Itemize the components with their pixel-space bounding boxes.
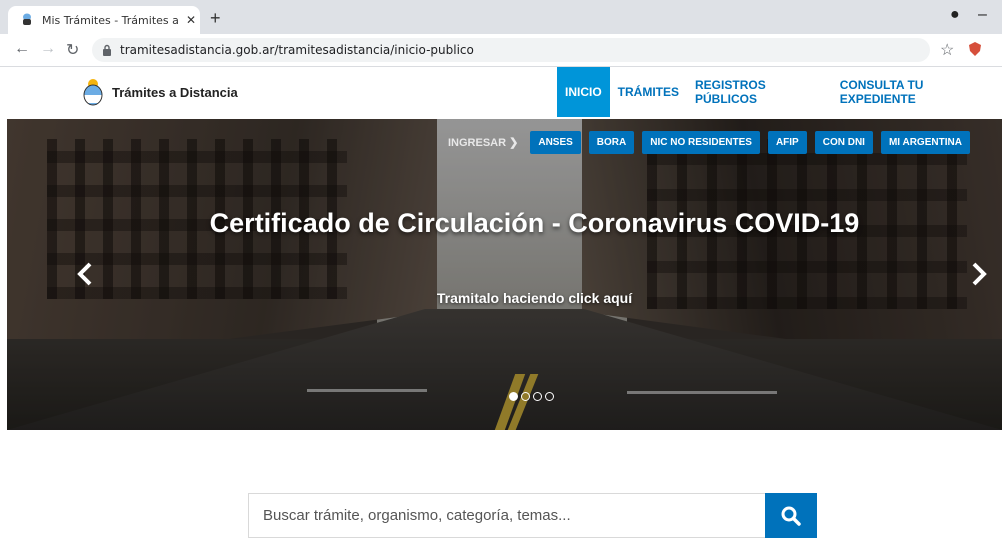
menu-icon[interactable]: ⋮	[996, 40, 1002, 57]
profile-icon[interactable]: ●	[950, 6, 960, 24]
url-text: tramitesadistancia.gob.ar/tramitesadista…	[120, 43, 474, 57]
search-button[interactable]	[765, 493, 817, 538]
hero-overlay	[7, 119, 1002, 430]
hero-title[interactable]: Certificado de Circulación - Coronavirus…	[7, 207, 1002, 239]
forward-icon[interactable]: →	[40, 40, 56, 58]
minimize-icon[interactable]: –	[978, 6, 987, 24]
browser-tab-bar: Mis Trámites - Trámites a Distanc ✕ + ● …	[0, 0, 1002, 34]
nav-inicio[interactable]: INICIO	[557, 67, 610, 117]
search-icon	[781, 506, 801, 526]
nav-consulta-expediente[interactable]: CONSULTA TU EXPEDIENTE	[832, 67, 1002, 117]
lock-icon	[103, 44, 111, 56]
close-tab-icon[interactable]: ✕	[186, 13, 196, 27]
chip-anses[interactable]: ANSES	[530, 131, 581, 154]
main-nav: INICIO TRÁMITES REGISTROS PÚBLICOS CONSU…	[557, 67, 1002, 117]
reload-icon[interactable]: ↻	[66, 40, 79, 60]
browser-tab[interactable]: Mis Trámites - Trámites a Distanc ✕	[8, 6, 200, 34]
carousel-dot[interactable]	[521, 392, 530, 401]
quick-access-bar: INGRESAR ❯ ANSES BORA NIC NO RESIDENTES …	[448, 131, 978, 154]
chip-con-dni[interactable]: CON DNI	[814, 131, 873, 154]
site-favicon-icon	[20, 13, 34, 27]
carousel-dot[interactable]	[509, 392, 518, 401]
nav-tramites[interactable]: TRÁMITES	[610, 67, 687, 117]
address-bar[interactable]: tramitesadistancia.gob.ar/tramitesadista…	[92, 38, 930, 62]
chip-mi-argentina[interactable]: MI ARGENTINA	[880, 131, 970, 154]
star-icon[interactable]: ☆	[940, 40, 954, 60]
nav-registros-publicos[interactable]: REGISTROS PÚBLICOS	[687, 67, 832, 117]
chip-afip[interactable]: AFIP	[767, 131, 807, 154]
ingresar-link[interactable]: INGRESAR ❯	[448, 136, 518, 149]
carousel-next-icon[interactable]	[971, 262, 987, 286]
search-input[interactable]	[248, 493, 765, 538]
tab-title: Mis Trámites - Trámites a Distanc	[42, 13, 182, 27]
back-icon[interactable]: ←	[14, 40, 30, 58]
extension-icon[interactable]	[969, 42, 981, 56]
carousel-indicators	[509, 392, 557, 401]
argentina-logo-icon[interactable]	[82, 78, 104, 106]
site-brand[interactable]: Trámites a Distancia	[112, 85, 238, 100]
carousel-dot[interactable]	[533, 392, 542, 401]
chip-bora[interactable]: BORA	[588, 131, 635, 154]
browser-toolbar: ← → ↻ tramitesadistancia.gob.ar/tramites…	[0, 34, 1002, 67]
chip-nic-no-residentes[interactable]: NIC NO RESIDENTES	[642, 131, 760, 154]
new-tab-icon[interactable]: +	[210, 8, 221, 29]
carousel-prev-icon[interactable]	[77, 262, 93, 286]
carousel-dot[interactable]	[545, 392, 554, 401]
hero-subtitle[interactable]: Tramitalo haciendo click aquí	[7, 290, 1002, 306]
hero-carousel[interactable]: INGRESAR ❯ ANSES BORA NIC NO RESIDENTES …	[7, 119, 1002, 430]
search-bar	[248, 493, 817, 538]
